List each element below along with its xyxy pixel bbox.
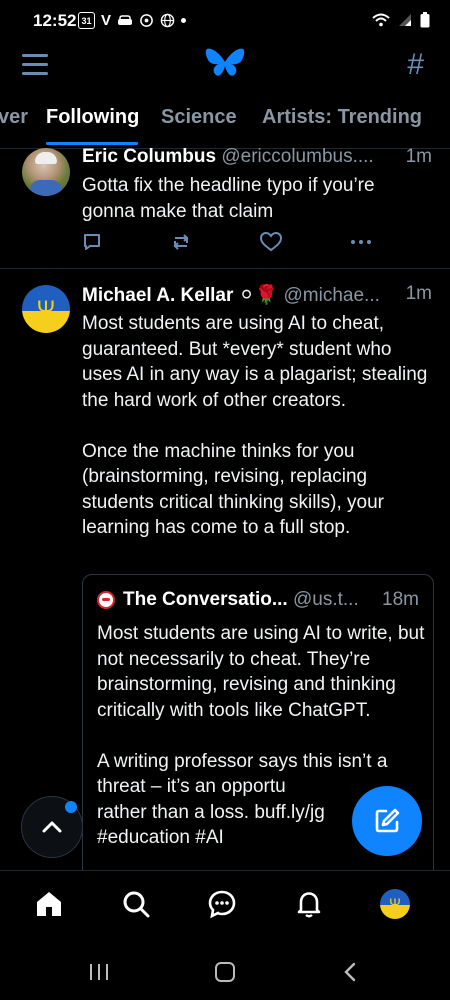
notification-dot-icon [181,18,187,23]
status-bar: 12:52 31 V [0,0,450,44]
status-right [372,12,430,28]
compose-icon [375,808,400,833]
avatar[interactable]: Ψ [22,285,70,333]
new-posts-dot-icon [65,801,77,813]
reply-icon[interactable] [82,232,102,252]
top-bar: # [0,44,450,88]
post-header: Michael A. Kellar ⚪🌹 @michae... [82,283,380,307]
chat-icon[interactable] [207,889,237,919]
post-eric-columbus[interactable]: Eric Columbus @ericcolumbus.... 1m Gotta… [0,140,450,269]
v-icon: V [101,12,112,29]
car-icon [118,14,133,25]
post-time: 1m [405,146,432,167]
menu-icon[interactable] [22,54,48,75]
profile-avatar[interactable]: Ψ [380,889,410,919]
home-icon[interactable] [34,889,64,919]
recent-apps-icon[interactable] [88,962,110,982]
quoted-author[interactable]: The Conversatio... [123,589,288,610]
status-icons: 31 V [78,12,187,29]
tab-ver[interactable]: ver [0,106,28,129]
quoted-header: The Conversatio... @us.t... [123,589,359,611]
back-icon[interactable] [342,962,358,982]
battery-icon [420,12,430,28]
signal-icon [399,14,411,26]
more-options-icon[interactable] [350,232,372,252]
tab-artists-trending[interactable]: Artists: Trending [262,106,422,129]
repost-icon[interactable] [170,232,192,252]
like-icon[interactable] [260,232,282,252]
notifications-bell-icon[interactable] [294,889,324,919]
author-name[interactable]: Eric Columbus [82,146,216,167]
tab-following[interactable]: Following [46,106,139,129]
wifi-icon [372,13,390,27]
sync-icon [140,14,153,27]
avatar[interactable] [22,148,70,196]
post-header: Eric Columbus @ericcolumbus.... [82,146,374,168]
author-emoji: ⚪🌹 [238,285,279,306]
post-actions [82,232,382,256]
chevron-up-icon [42,821,62,833]
search-icon[interactable] [121,889,151,919]
post-text: Gotta fix the headline typo if you’re go… [82,175,375,222]
home-button-icon[interactable] [214,961,236,983]
post-time: 1m [405,283,432,304]
butterfly-logo-icon[interactable] [205,47,245,83]
author-handle[interactable]: @michae... [284,285,380,306]
system-nav-bar [0,940,450,1000]
quoted-time: 18m [382,589,419,610]
bottom-nav: Ψ [0,870,450,941]
feeds-hash-icon[interactable]: # [407,48,424,82]
quoted-avatar-icon[interactable] [97,591,115,609]
quoted-handle[interactable]: @us.t... [293,589,359,610]
status-time: 12:52 [33,11,77,30]
author-handle[interactable]: @ericcolumbus.... [221,146,373,167]
post-text: Most students are using AI to cheat, gua… [82,313,428,538]
tab-science[interactable]: Science [161,106,237,129]
scroll-to-top-button[interactable] [21,796,83,858]
compose-button[interactable] [352,786,422,856]
author-name[interactable]: Michael A. Kellar [82,285,233,306]
globe-icon [160,13,175,28]
calendar-icon: 31 [78,12,95,29]
